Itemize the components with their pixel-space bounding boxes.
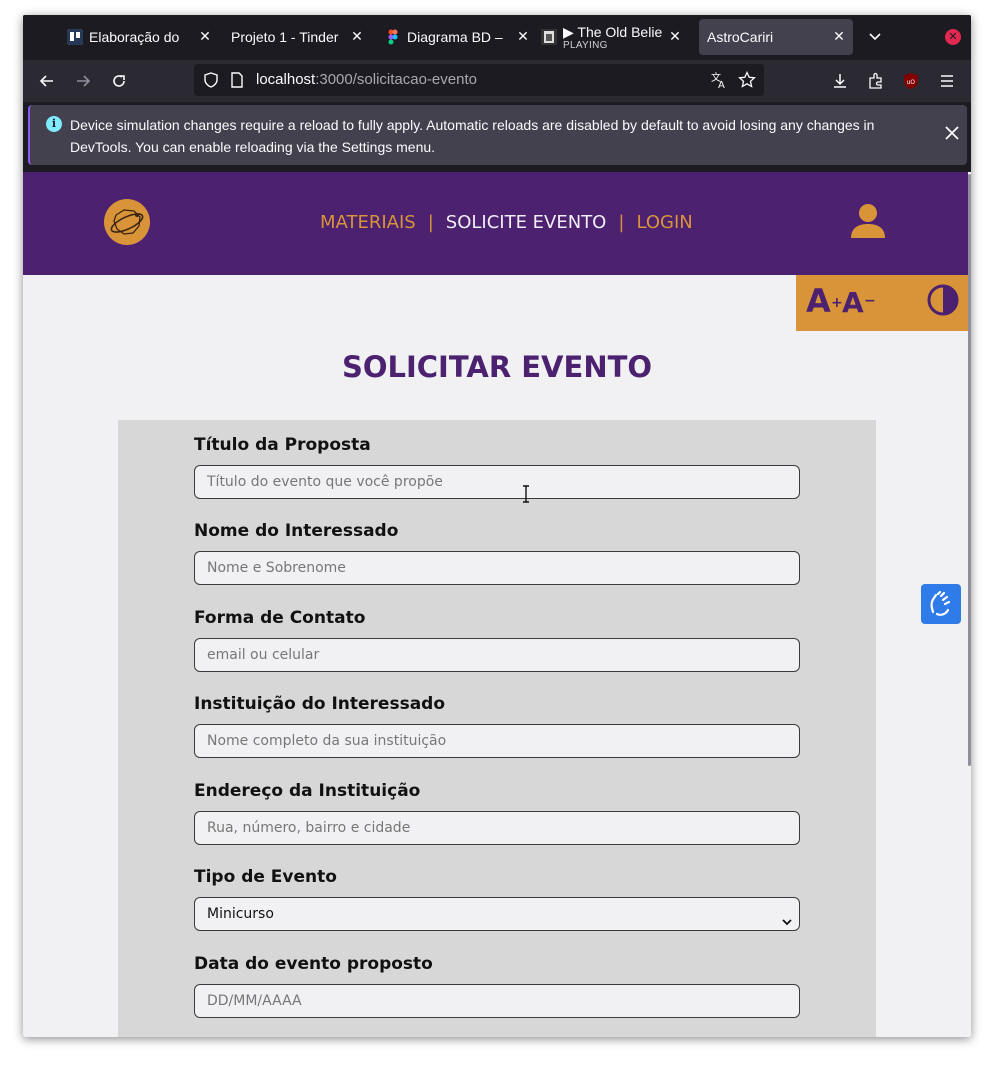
scrollbar-thumb[interactable] <box>968 174 971 766</box>
trello-icon <box>67 29 83 45</box>
menu-icon[interactable] <box>935 69 959 93</box>
back-arrow-icon[interactable] <box>35 69 59 93</box>
increase-font-label: A <box>806 282 831 320</box>
url-text[interactable]: localhost:3000/solicitacao-evento <box>256 71 477 88</box>
vlibras-hand-icon[interactable] <box>921 584 961 624</box>
reload-icon[interactable] <box>107 69 131 93</box>
close-icon[interactable] <box>940 121 964 145</box>
site-header: MATERIAIS | SOLICITE EVENTO | LOGIN <box>23 172 968 275</box>
tab-label: ▶ The Old Belie <box>563 23 663 40</box>
tab-diagrama[interactable]: Diagrama BD – ✕ <box>385 19 537 55</box>
menu-separator: | <box>427 212 434 233</box>
page-content: MATERIAIS | SOLICITE EVENTO | LOGIN A + A… <box>23 172 971 1037</box>
tab-music[interactable]: ▶ The Old Belie PLAYING ✕ <box>541 19 689 55</box>
endereco-label: Endereço da Instituição <box>194 781 421 801</box>
devtools-notification: i Device simulation changes require a re… <box>28 105 967 165</box>
contrast-icon[interactable] <box>926 283 960 323</box>
decrease-font-button[interactable]: A − <box>842 281 876 321</box>
shield-icon[interactable] <box>202 71 220 89</box>
download-icon[interactable] <box>828 69 852 93</box>
tipo-selected-value: Minicurso <box>207 906 274 922</box>
accessibility-bar: A + A − <box>796 275 968 331</box>
contato-input[interactable]: email ou celular <box>194 638 800 672</box>
tab-label: Diagrama BD – <box>407 29 503 45</box>
svg-text:uO: uO <box>907 79 916 86</box>
tab-astrocariri[interactable]: AstroCariri ✕ <box>699 19 853 55</box>
plus-label: + <box>831 295 843 311</box>
nome-label: Nome do Interessado <box>194 521 399 541</box>
svg-text:A: A <box>718 80 725 89</box>
page-title: SOLICITAR EVENTO <box>341 350 653 384</box>
ublock-icon[interactable]: uO <box>899 69 923 93</box>
list-tabs-chevron-icon[interactable] <box>865 27 885 47</box>
extensions-icon[interactable] <box>864 69 888 93</box>
nome-input[interactable]: Nome e Sobrenome <box>194 551 800 585</box>
tab-label: AstroCariri <box>707 29 774 45</box>
tab-playing-label: PLAYING <box>563 39 608 51</box>
data-label: Data do evento proposto <box>194 954 433 974</box>
event-request-form: Título da Proposta Título do evento que … <box>118 420 876 1037</box>
endereco-input[interactable]: Rua, número, bairro e cidade <box>194 811 800 845</box>
field-endereco: Endereço da Instituição Rua, número, bai… <box>194 779 800 845</box>
menu-separator: | <box>618 212 625 233</box>
forward-arrow-icon[interactable] <box>71 69 95 93</box>
url-host: localhost <box>256 71 316 88</box>
info-icon: i <box>46 116 62 132</box>
tipo-select[interactable]: Minicurso <box>194 897 800 931</box>
field-data: Data do evento proposto DD/MM/AAAA <box>194 952 800 1018</box>
instituicao-label: Instituição do Interessado <box>194 694 446 714</box>
titulo-label: Título da Proposta <box>194 435 371 455</box>
tab-projeto[interactable]: Projeto 1 - Tinder P ✕ <box>223 19 371 55</box>
field-titulo: Título da Proposta Título do evento que … <box>194 433 800 499</box>
tab-strip: Elaboração do ✕ Projeto 1 - Tinder P ✕ D… <box>23 15 971 60</box>
text-cursor-icon <box>520 485 532 503</box>
instituicao-input[interactable]: Nome completo da sua instituição <box>194 724 800 758</box>
navigation-bar: localhost:3000/solicitacao-evento 文A uO <box>23 60 971 102</box>
close-icon[interactable]: ✕ <box>515 28 531 44</box>
tab-elaboracao[interactable]: Elaboração do ✕ <box>67 19 219 55</box>
browser-window: Elaboração do ✕ Projeto 1 - Tinder P ✕ D… <box>23 15 971 1037</box>
figma-icon <box>385 29 401 45</box>
contato-label: Forma de Contato <box>194 608 366 628</box>
close-icon[interactable]: ✕ <box>197 28 213 44</box>
astrocariri-logo[interactable] <box>104 199 150 245</box>
field-instituicao: Instituição do Interessado Nome completo… <box>194 692 800 758</box>
music-icon <box>541 29 557 45</box>
window-close-icon[interactable]: ✕ <box>945 29 961 45</box>
bookmark-star-icon[interactable] <box>738 71 756 89</box>
close-icon[interactable]: ✕ <box>831 28 847 44</box>
increase-font-button[interactable]: A + <box>806 281 843 321</box>
minus-label: − <box>864 293 876 309</box>
url-bar[interactable]: localhost:3000/solicitacao-evento 文A <box>194 64 764 96</box>
notification-text: Device simulation changes require a relo… <box>70 117 875 155</box>
field-tipo: Tipo de Evento Minicurso <box>194 865 800 931</box>
menu-item-solicite-evento[interactable]: SOLICITE EVENTO <box>446 212 607 233</box>
url-path: :3000/solicitacao-evento <box>315 71 477 88</box>
field-nome: Nome do Interessado Nome e Sobrenome <box>194 519 800 585</box>
tipo-label: Tipo de Evento <box>194 867 337 887</box>
menu-item-materiais[interactable]: MATERIAIS <box>320 212 416 233</box>
translate-icon[interactable]: 文A <box>710 71 728 89</box>
tab-label: Projeto 1 - Tinder P <box>231 29 341 45</box>
tab-label: Elaboração do <box>89 29 180 45</box>
main-menu: MATERIAIS | SOLICITE EVENTO | LOGIN <box>320 212 693 233</box>
data-input[interactable]: DD/MM/AAAA <box>194 984 800 1018</box>
user-icon[interactable] <box>849 202 887 240</box>
chevron-down-icon <box>781 908 793 926</box>
field-contato: Forma de Contato email ou celular <box>194 606 800 672</box>
close-icon[interactable]: ✕ <box>667 28 683 44</box>
page-icon[interactable] <box>228 71 246 89</box>
decrease-font-label: A <box>842 286 864 319</box>
close-icon[interactable]: ✕ <box>349 28 365 44</box>
menu-item-login[interactable]: LOGIN <box>636 212 692 233</box>
titulo-input[interactable]: Título do evento que você propõe <box>194 465 800 499</box>
